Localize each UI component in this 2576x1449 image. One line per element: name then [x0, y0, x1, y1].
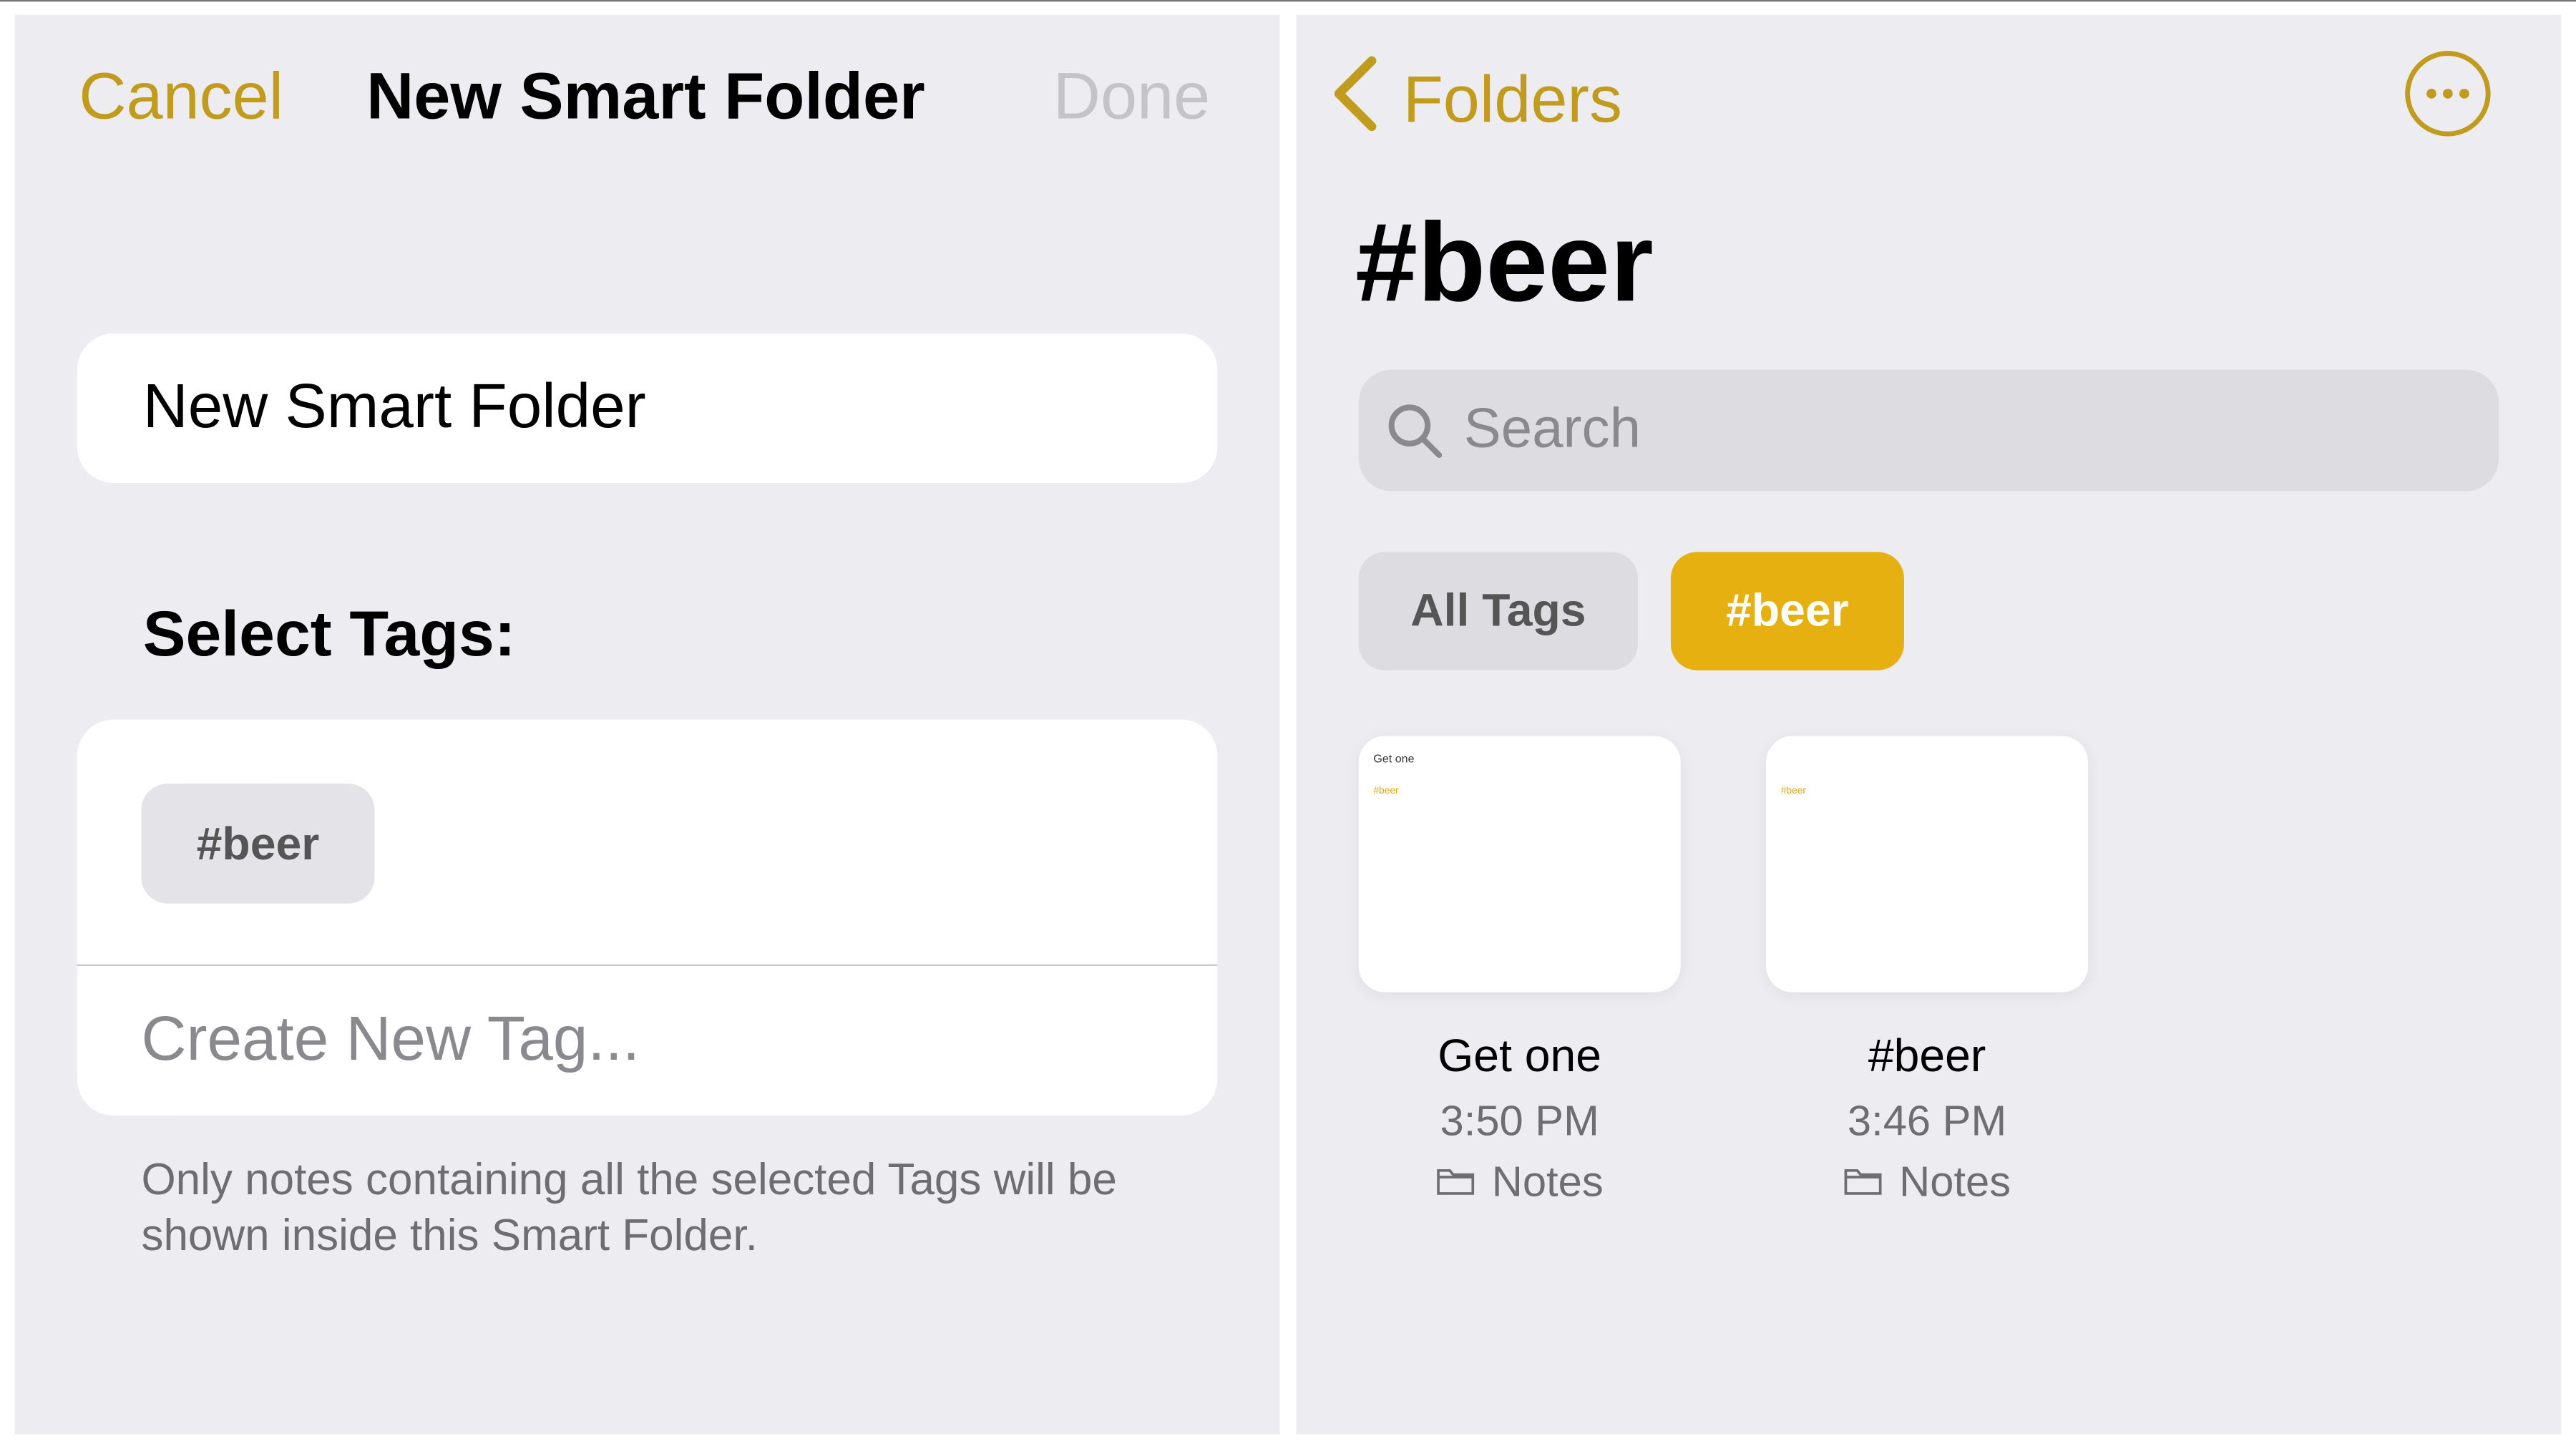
- note-folder-label: Notes: [1491, 1156, 1604, 1206]
- tag-folder-panel: Folders #beer Search All Tags #beer Get …: [1296, 14, 2562, 1435]
- folder-name-value: New Smart Folder: [142, 373, 646, 442]
- note-thumbnail[interactable]: #beer: [1766, 736, 2089, 992]
- filter-beer[interactable]: #beer: [1670, 552, 1904, 670]
- back-button[interactable]: Folders: [1403, 64, 1622, 138]
- note-thumbnail[interactable]: Get one #beer: [1358, 736, 1681, 992]
- new-smart-folder-panel: Cancel New Smart Folder Done New Smart F…: [14, 14, 1280, 1435]
- folder-icon: [1843, 1156, 1883, 1207]
- note-meta: Get one 3:50 PM Notes: [1359, 1030, 1681, 1208]
- filter-all-tags[interactable]: All Tags: [1358, 552, 1639, 670]
- search-placeholder: Search: [1463, 397, 1641, 460]
- note-preview-tag: #beer: [1373, 786, 1399, 797]
- screen: Cancel New Smart Folder Done New Smart F…: [0, 0, 2576, 1449]
- note-preview-tag: #beer: [1780, 786, 1807, 797]
- note-time: 3:46 PM: [1847, 1096, 2007, 1146]
- ellipsis-circle-icon[interactable]: [2405, 51, 2491, 137]
- divider: [77, 964, 1218, 966]
- note-time: 3:50 PM: [1440, 1096, 1599, 1146]
- search-icon: [1385, 401, 1444, 468]
- note-meta: #beer 3:46 PM Notes: [1766, 1030, 2088, 1208]
- footnote: Only notes containing all the selected T…: [141, 1155, 1117, 1260]
- note-title[interactable]: Get one: [1359, 1030, 1681, 1083]
- tag-chip-beer[interactable]: #beer: [141, 784, 375, 904]
- top-border: [0, 0, 2576, 2]
- tags-card: #beer Create New Tag...: [77, 719, 1218, 1116]
- folder-title: #beer: [1355, 200, 1654, 326]
- search-input[interactable]: Search: [1358, 369, 2499, 492]
- page-title: New Smart Folder: [366, 60, 925, 133]
- note-folder-label: Notes: [1899, 1156, 2011, 1206]
- create-tag-input[interactable]: Create New Tag...: [141, 1005, 640, 1076]
- note-folder: Notes: [1359, 1156, 1681, 1207]
- cancel-button[interactable]: Cancel: [79, 61, 283, 135]
- note-preview-title: Get one: [1373, 753, 1415, 766]
- note-folder: Notes: [1766, 1156, 2088, 1207]
- folder-icon: [1436, 1156, 1475, 1207]
- section-title: Select Tags:: [142, 600, 516, 670]
- folder-name-field[interactable]: New Smart Folder: [77, 333, 1218, 483]
- done-button[interactable]: Done: [1053, 61, 1211, 135]
- note-title[interactable]: #beer: [1766, 1030, 2088, 1083]
- chevron-left-icon[interactable]: [1329, 54, 1378, 142]
